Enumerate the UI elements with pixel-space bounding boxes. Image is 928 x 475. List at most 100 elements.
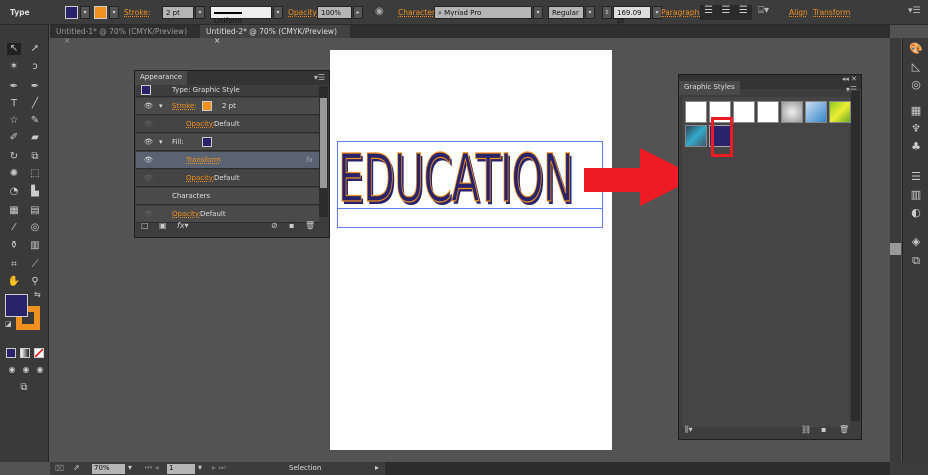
duplicate-item-icon[interactable]: ▪ [289, 221, 294, 230]
style-4[interactable] [757, 101, 779, 123]
star-tool-icon[interactable]: ☆ [7, 115, 21, 127]
screen-mode-icon[interactable]: ⧉ [17, 382, 31, 394]
add-stroke-icon[interactable]: □ [141, 221, 149, 230]
layers-icon[interactable]: ◈ [908, 235, 924, 248]
font-family-dropdown[interactable]: ▾ [533, 6, 543, 19]
style-3[interactable] [733, 101, 755, 123]
color-mode-icon[interactable] [6, 348, 16, 358]
appearance-row-opacity[interactable]: 👁 Opacity: Default [136, 116, 319, 133]
swap-colors-icon[interactable]: ⇆ [34, 290, 41, 299]
status-menu-icon[interactable]: ▸ [375, 463, 379, 472]
paragraph-label[interactable]: Paragraph: [661, 8, 702, 17]
zoom-input[interactable]: 70% [92, 464, 125, 474]
education-text[interactable]: EDUCATION [338, 143, 574, 215]
brushes-icon[interactable]: ♆ [908, 122, 924, 135]
gradient-panel-icon[interactable]: ▥ [908, 188, 924, 201]
align-right-icon[interactable]: ☰ [739, 5, 748, 20]
pen-tool-icon[interactable]: ✒ [7, 81, 21, 93]
font-size-input[interactable]: 169.09 pt [613, 6, 651, 25]
add-effect-icon[interactable]: fx▾ [177, 221, 189, 230]
stroke-label[interactable]: Stroke: [172, 102, 197, 110]
opacity-input[interactable]: 100% [317, 6, 352, 19]
artboard-number-input[interactable]: 1 [167, 464, 195, 474]
artboard-dropdown[interactable]: ▾ [198, 463, 202, 472]
artboards-icon[interactable]: ⧉ [908, 254, 924, 268]
delete-icon[interactable]: 🗑 [305, 221, 315, 230]
swatches-icon[interactable]: ▦ [908, 104, 924, 117]
eye-icon[interactable]: 👁 [144, 138, 153, 146]
direct-selection-tool-icon[interactable]: ➚ [28, 43, 42, 55]
eye-icon[interactable]: 👁 [144, 156, 153, 164]
stroke-dropdown[interactable]: ▾ [109, 6, 119, 19]
eyedropper-tool-icon[interactable]: ⁄ [7, 222, 21, 234]
close-icon[interactable]: × [214, 36, 220, 45]
selection-tool-icon[interactable]: ↖ [7, 43, 21, 55]
curvature-tool-icon[interactable]: ✒ [28, 81, 42, 93]
font-size-stepper[interactable]: ⇕ [602, 6, 612, 19]
style-8[interactable] [685, 125, 707, 147]
style-6[interactable] [805, 101, 827, 123]
stroke-swatch[interactable] [202, 101, 212, 111]
eye-icon[interactable]: 👁 [144, 174, 153, 182]
artboard-tool-icon[interactable]: ⌗ [7, 259, 21, 271]
symbol-sprayer-tool-icon[interactable]: ⚱ [7, 240, 21, 252]
opacity-label[interactable]: Opacity: [186, 174, 215, 182]
font-family-input[interactable]: ⌕ Myriad Pro [434, 6, 532, 19]
font-style-input[interactable]: Regular [548, 6, 584, 19]
color-panel-icon[interactable]: 🎨 [908, 42, 924, 55]
style-libraries-icon[interactable]: ⫼▾ [685, 425, 693, 435]
hand-tool-icon[interactable]: ✋ [7, 276, 21, 288]
appearance-row-stroke[interactable]: 👁 ▾ Stroke: 2 pt [136, 98, 319, 115]
graph-tool-icon[interactable]: ▥ [28, 240, 42, 252]
horizontal-scrollbar[interactable] [385, 462, 890, 475]
transform-effect-link[interactable]: Transform [186, 156, 221, 164]
panel-menu-icon[interactable]: ▾☰ [314, 73, 325, 82]
none-mode-icon[interactable] [34, 348, 44, 358]
type-tool-icon[interactable]: T [7, 98, 21, 110]
appearance-row-characters[interactable]: Characters [136, 188, 319, 205]
eye-icon[interactable]: 👁 [144, 210, 153, 218]
stroke-label[interactable]: Stroke: [124, 8, 150, 17]
symbols-club-icon[interactable]: ♣ [908, 140, 924, 153]
free-transform-tool-icon[interactable]: ⬚ [28, 168, 42, 180]
fill-swatch[interactable] [65, 6, 78, 19]
recolor-icon[interactable]: ◉ [375, 6, 384, 17]
panel-menu-icon[interactable]: ▾☰ [908, 6, 921, 16]
appearance-row-opacity[interactable]: 👁 Opacity: Default [136, 170, 319, 187]
default-colors-icon[interactable]: ◪ [5, 320, 12, 328]
draw-normal-icon[interactable]: ◉ [5, 364, 19, 376]
eye-icon[interactable]: 👁 [144, 102, 153, 110]
draw-behind-icon[interactable]: ◉ [19, 364, 33, 376]
style-default[interactable] [685, 101, 707, 123]
new-style-icon[interactable]: ▪ [821, 425, 826, 434]
close-icon[interactable]: × [64, 36, 70, 45]
stroke-profile-dropdown[interactable]: ▾ [273, 6, 283, 19]
appearance-row-transform[interactable]: 👁 Transform fx [136, 152, 319, 169]
opacity-label[interactable]: Opacity: [172, 210, 201, 218]
blend-tool-icon[interactable]: ◎ [28, 222, 42, 234]
scale-tool-icon[interactable]: ⧉ [28, 151, 42, 163]
stroke-profile-select[interactable]: Uniform [210, 6, 272, 25]
fill-swatch[interactable] [202, 137, 212, 147]
stroke-weight-input[interactable]: 2 pt [162, 6, 194, 19]
font-style-dropdown[interactable]: ▾ [585, 6, 595, 19]
appearance-row-fill[interactable]: 👁 ▾ Fill: [136, 134, 319, 151]
stroke-weight-dropdown[interactable]: ▾ [195, 6, 205, 19]
magic-wand-tool-icon[interactable]: ✶ [7, 61, 21, 73]
warp-tool-icon[interactable]: ✺ [7, 168, 21, 180]
add-fill-icon[interactable]: ▣ [159, 221, 167, 230]
align-left-icon[interactable]: ☰ [704, 5, 713, 20]
vertical-scrollbar[interactable] [890, 38, 901, 462]
zoom-dropdown[interactable]: ▾ [128, 463, 132, 472]
stroke-swatch[interactable] [94, 6, 107, 19]
scrollbar[interactable] [851, 91, 860, 421]
color-guide-icon[interactable]: ◺ [908, 60, 924, 73]
current-tool-status[interactable]: Selection [289, 464, 321, 472]
scrollbar[interactable] [319, 86, 328, 217]
style-7[interactable] [829, 101, 851, 123]
rotate-tool-icon[interactable]: ↻ [7, 151, 21, 163]
tab-untitled-2[interactable]: Untitled-2* @ 70% (CMYK/Preview) × [200, 25, 350, 45]
stroke-panel-icon[interactable]: ☰ [908, 170, 924, 183]
glyph-options-icon[interactable]: ⌸▾ [758, 5, 769, 16]
opacity-label[interactable]: Opacity: [186, 120, 215, 128]
